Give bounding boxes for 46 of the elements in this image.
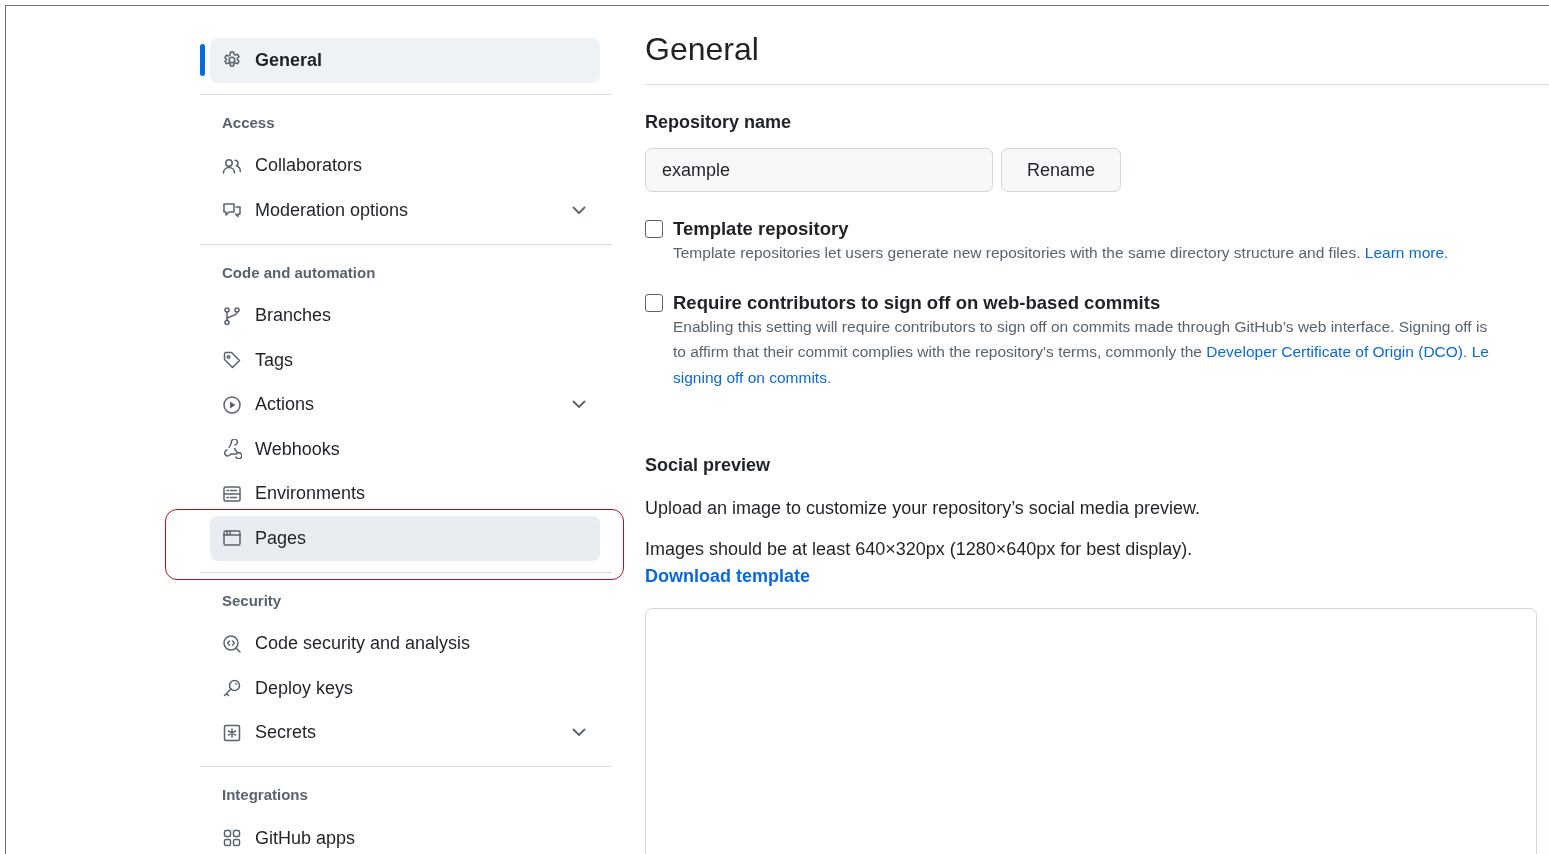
key-icon	[222, 678, 242, 699]
section-heading: Code and automation	[221, 262, 377, 283]
asterisk-icon	[222, 722, 242, 743]
sidebar-item[interactable]: Tags	[210, 338, 600, 383]
branch-icon	[222, 305, 242, 326]
sidebar-item[interactable]: Actions	[210, 382, 600, 427]
description-text: Images should be at least 640×320px (1280×640px for best display).	[645, 538, 1194, 562]
link[interactable]: signing off on commits	[673, 368, 827, 386]
input-field[interactable]: example	[645, 148, 993, 193]
sidebar-item[interactable]: GitHub apps	[210, 816, 600, 854]
option-title: Require contributors to sign off on web-based commits	[673, 291, 1162, 314]
rename-button[interactable]: Rename	[1001, 148, 1121, 193]
link[interactable]: Developer Certificate of Origin (DCO)	[1206, 343, 1463, 361]
sidebar-item[interactable]: Secrets	[210, 710, 600, 755]
description-text: to affirm that their commit complies with the repository's terms, commonly the Developer Certificate of Origin (DCO). Le	[673, 342, 1489, 363]
checkbox[interactable]	[645, 220, 663, 239]
description-text: signing off on commits.	[673, 367, 833, 388]
page-title: General	[645, 30, 1549, 86]
sidebar-item[interactable]: Code security and analysis	[210, 621, 600, 666]
description-text: Enabling this setting will require contributors to sign off on commits made through GitHub’s web interface. Signing off is	[673, 316, 1489, 337]
field-label: Repository name	[645, 111, 793, 135]
sidebar-item[interactable]: Branches	[210, 293, 600, 338]
link[interactable]: Le	[1471, 343, 1489, 361]
sidebar-item[interactable]: Webhooks	[210, 427, 600, 472]
sidebar-item[interactable]: Moderation options	[210, 188, 600, 233]
option-title: Template repository	[673, 218, 850, 241]
download-link[interactable]: Download template	[645, 563, 810, 591]
sidebar-item[interactable]: Deploy keys	[210, 666, 600, 711]
description-text: Upload an image to customize your repository’s social media preview.	[645, 497, 1201, 521]
tag-icon	[222, 350, 242, 371]
section-heading: Access	[221, 112, 276, 133]
apps-icon	[222, 828, 242, 849]
play-icon	[222, 394, 242, 415]
link[interactable]: Learn more	[1364, 244, 1445, 262]
description-text: Template repositories let users generate new repositories with the same directory structure and files. Learn more.	[673, 243, 1449, 264]
code-scan-icon	[222, 633, 242, 654]
sidebar-item[interactable]: Pages	[210, 516, 600, 561]
section-heading: Security	[221, 590, 283, 611]
section-heading: Integrations	[221, 785, 309, 805]
sidebar-item[interactable]: Collaborators	[210, 143, 600, 188]
webhook-icon	[222, 439, 242, 460]
checkbox[interactable]	[645, 293, 663, 312]
server-icon	[222, 483, 242, 504]
browser-icon	[222, 528, 242, 549]
section-heading: Social preview	[645, 454, 772, 478]
sidebar-item[interactable]: Environments	[210, 471, 600, 516]
